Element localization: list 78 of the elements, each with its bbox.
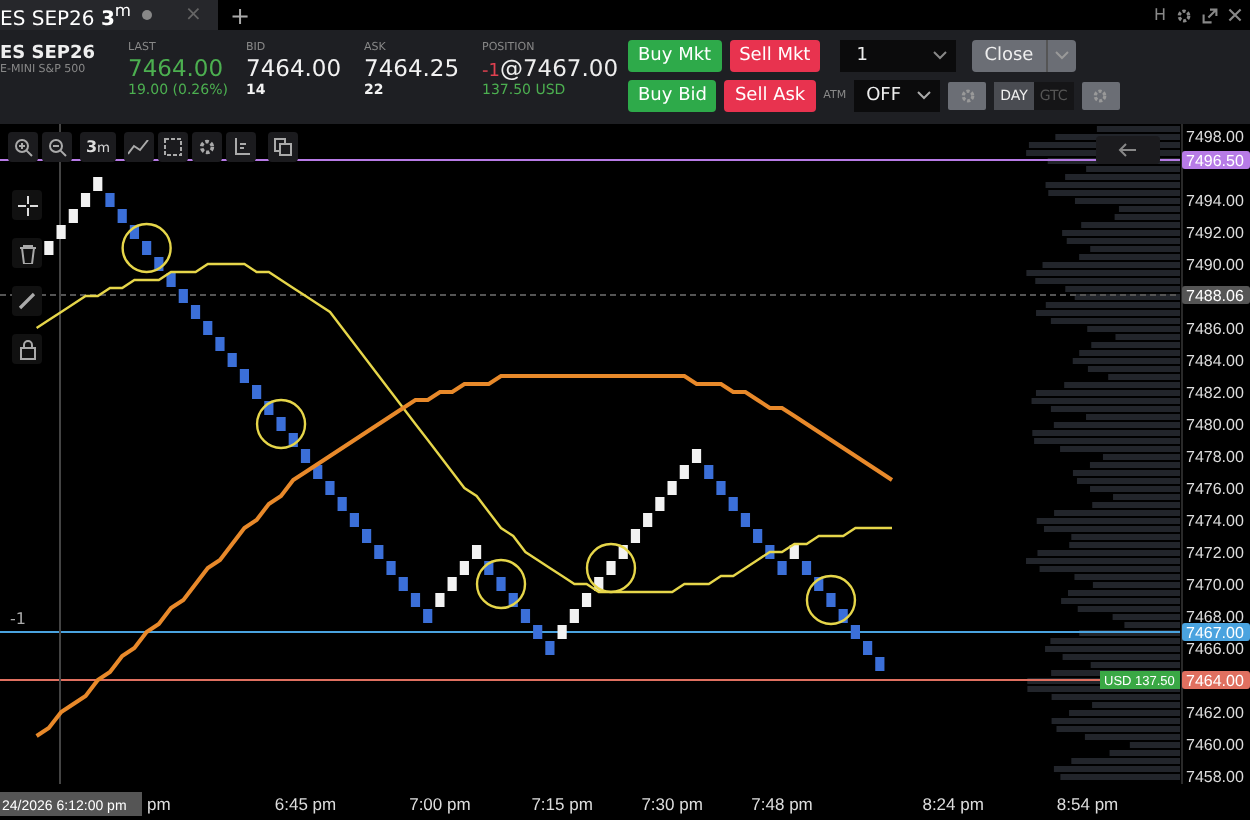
price-axis-label: 7482.00 — [1186, 384, 1244, 402]
price-axis-label: 7494.00 — [1186, 192, 1244, 210]
price-tag: 7488.06 — [1182, 286, 1250, 306]
gear-icon — [1092, 87, 1109, 103]
instrument-symbol: ES SEP26 — [0, 44, 98, 64]
copy-icon[interactable] — [268, 132, 298, 162]
settings-icon[interactable] — [1176, 7, 1192, 23]
position-price: @7467.00 — [499, 54, 619, 82]
lock-icon[interactable] — [12, 334, 42, 364]
atm-dropdown[interactable]: OFF — [854, 79, 941, 111]
highlight-circle — [805, 574, 857, 626]
price-axis-label: 7478.00 — [1186, 448, 1244, 466]
price-axis-label: 7468.00 — [1186, 608, 1244, 626]
position-quantity: -1 — [482, 62, 500, 82]
time-axis-label: 7:48 pm — [751, 794, 813, 814]
price-axis-label: 7460.00 — [1186, 736, 1244, 754]
price-axis-label: 7498.00 — [1186, 128, 1244, 146]
zoom-in-icon[interactable] — [8, 132, 38, 162]
line-chart-icon[interactable] — [124, 132, 154, 162]
highlight-circle — [121, 222, 172, 274]
quote-value: 7464.00 — [128, 54, 226, 82]
price-axis-label: 7470.00 — [1186, 576, 1244, 594]
order-button[interactable]: Buy Bid — [628, 79, 717, 111]
highlight-circle — [255, 398, 307, 450]
price-axis-label: 7466.00 — [1186, 640, 1244, 658]
pencil-icon[interactable] — [12, 286, 42, 316]
time-axis-label: 8:54 pm — [1056, 794, 1119, 814]
ref-line-label: 7488.06 — [1186, 287, 1245, 306]
quantity-field[interactable]: 1 — [840, 39, 957, 71]
chart-tab[interactable]: ES SEP26 3$^{m}$ × — [0, 0, 218, 30]
price-axis-label: 7458.00 — [1186, 768, 1244, 786]
price-axis-label: 7472.00 — [1186, 544, 1244, 562]
price-axis-label: 7484.00 — [1186, 352, 1244, 370]
chevron-down-icon — [932, 50, 949, 60]
price-axis-label: 7462.00 — [1186, 704, 1244, 722]
settings-icon[interactable] — [192, 132, 222, 162]
price-axis-label: 7474.00 — [1186, 512, 1244, 530]
crosshair-icon[interactable] — [12, 190, 42, 220]
selection-icon[interactable] — [158, 132, 188, 162]
time-axis-label: 7:00 pm — [409, 794, 471, 814]
order-button[interactable]: Sell Ask — [724, 79, 816, 111]
time-axis-label: pm — [147, 794, 171, 814]
trash-icon[interactable] — [12, 238, 42, 268]
zoom-out-icon[interactable] — [42, 132, 72, 162]
quote-value: 7464.00 — [246, 54, 344, 82]
gear-icon — [959, 87, 976, 103]
price-axis-label: 7492.00 — [1186, 224, 1244, 242]
time-axis-label: 8:24 pm — [922, 794, 984, 814]
add-tab-button[interactable]: + — [229, 1, 250, 29]
time-axis-label: 7:15 pm — [531, 794, 593, 814]
price-tag: 7464.00 — [1182, 671, 1250, 690]
settings-button[interactable] — [948, 81, 987, 109]
highlight-circle — [585, 542, 637, 594]
ref-line-label: 7467.00 — [1186, 624, 1245, 642]
arrow-left-icon — [1118, 142, 1138, 158]
time-axis-label: 6:45 pm — [274, 794, 337, 814]
ref-line-label: 7496.50 — [1186, 152, 1245, 170]
quote-value: 7464.25 — [364, 54, 462, 82]
order-button[interactable]: Sell Mkt — [729, 39, 821, 71]
close-icon[interactable] — [1228, 8, 1242, 22]
highlight-circle — [475, 558, 527, 610]
chevron-down-icon — [916, 90, 933, 100]
ref-line-label: 7464.00 — [1186, 672, 1245, 690]
price-axis-label: 7490.00 — [1186, 256, 1244, 274]
settings-button[interactable] — [1081, 81, 1120, 109]
hide-button[interactable]: H — [1153, 6, 1166, 24]
price-axis-label: 7476.00 — [1186, 480, 1244, 498]
back-button[interactable] — [1096, 136, 1160, 164]
price-axis-label: 7480.00 — [1186, 416, 1244, 434]
order-button[interactable]: Buy Mkt — [628, 39, 722, 71]
price-axis-label: 7486.00 — [1186, 320, 1244, 338]
axis-icon[interactable] — [226, 132, 256, 162]
time-axis-label: 7:30 pm — [641, 794, 703, 814]
position-marker: -1 — [10, 610, 26, 628]
popout-icon[interactable] — [1202, 7, 1218, 23]
close-position-button[interactable]: Close — [972, 39, 1076, 71]
price-tag: 7496.50 — [1182, 151, 1250, 170]
price-tag: 7467.00 — [1182, 623, 1250, 642]
